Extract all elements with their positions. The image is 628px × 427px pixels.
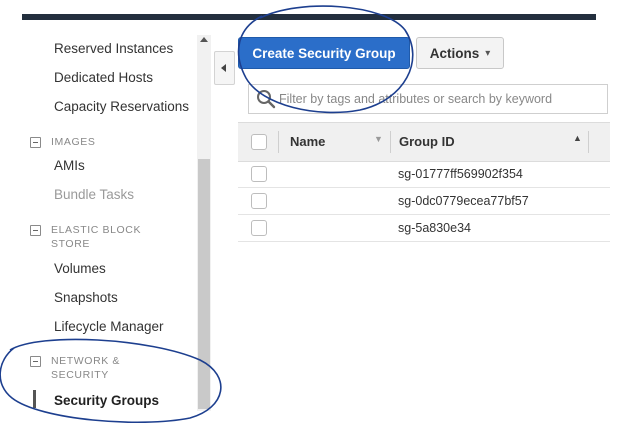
minus-toggle-icon[interactable] [30,137,41,148]
filter-search-box[interactable] [248,84,608,114]
sidebar-item-volumes[interactable]: Volumes [54,261,106,276]
search-icon [257,90,276,109]
sidebar-item-bundle-tasks[interactable]: Bundle Tasks [54,187,134,202]
group-id-cell: sg-5a830e34 [398,221,471,235]
sidebar-scrollbar[interactable] [197,35,211,411]
section-header-images[interactable]: IMAGES [30,135,161,149]
column-header-name[interactable]: Name [290,134,325,149]
minus-toggle-icon[interactable] [30,356,41,367]
section-header-network-security[interactable]: NETWORK & SECURITY [30,354,161,382]
column-divider [390,131,391,153]
sort-down-icon[interactable]: ▼ [374,134,383,144]
sidebar-item-lifecycle-manager[interactable]: Lifecycle Manager [54,319,164,334]
sidebar-item-reserved-instances[interactable]: Reserved Instances [54,41,173,56]
section-title: IMAGES [51,136,96,148]
actions-label: Actions [429,45,480,61]
sidebar: Reserved Instances Dedicated Hosts Capac… [22,22,212,414]
section-title: NETWORK & SECURITY [51,355,120,381]
chevron-down-icon: ▾ [485,47,491,59]
active-item-marker [33,390,36,408]
group-id-cell: sg-0dc0779ecea77bf57 [398,194,529,208]
sidebar-item-snapshots[interactable]: Snapshots [54,290,118,305]
column-header-group-id[interactable]: Group ID [399,134,455,149]
section-header-elastic-block-store[interactable]: ELASTIC BLOCK STORE [30,223,161,251]
scroll-up-arrow-icon[interactable] [200,37,208,42]
sort-up-icon[interactable]: ▲ [573,133,582,143]
row-checkbox[interactable] [251,193,267,209]
sidebar-item-dedicated-hosts[interactable]: Dedicated Hosts [54,70,153,85]
sidebar-item-capacity-reservations[interactable]: Capacity Reservations [54,99,189,114]
table-header: Name ▼ Group ID ▲ [238,122,610,162]
minus-toggle-icon[interactable] [30,225,41,236]
table-row[interactable]: sg-0dc0779ecea77bf57 [238,188,610,215]
sidebar-item-security-groups[interactable]: Security Groups [54,393,159,408]
scrollbar-thumb[interactable] [198,159,210,409]
section-title: ELASTIC BLOCK STORE [51,224,142,250]
create-security-group-button[interactable]: Create Security Group [238,37,410,69]
sidebar-item-amis[interactable]: AMIs [54,158,85,173]
group-id-cell: sg-01777ff569902f354 [398,167,523,181]
collapse-left-icon [221,64,226,72]
collapse-sidebar-button[interactable] [214,51,235,85]
search-input[interactable] [277,91,601,107]
table-row[interactable]: sg-01777ff569902f354 [238,161,610,188]
row-checkbox[interactable] [251,166,267,182]
row-checkbox[interactable] [251,220,267,236]
select-all-checkbox[interactable] [251,134,267,150]
column-divider [278,131,279,153]
column-divider [588,131,589,153]
top-navigation-bar [22,14,596,20]
actions-dropdown-button[interactable]: Actions ▾ [416,37,504,69]
table-row[interactable]: sg-5a830e34 [238,215,610,242]
